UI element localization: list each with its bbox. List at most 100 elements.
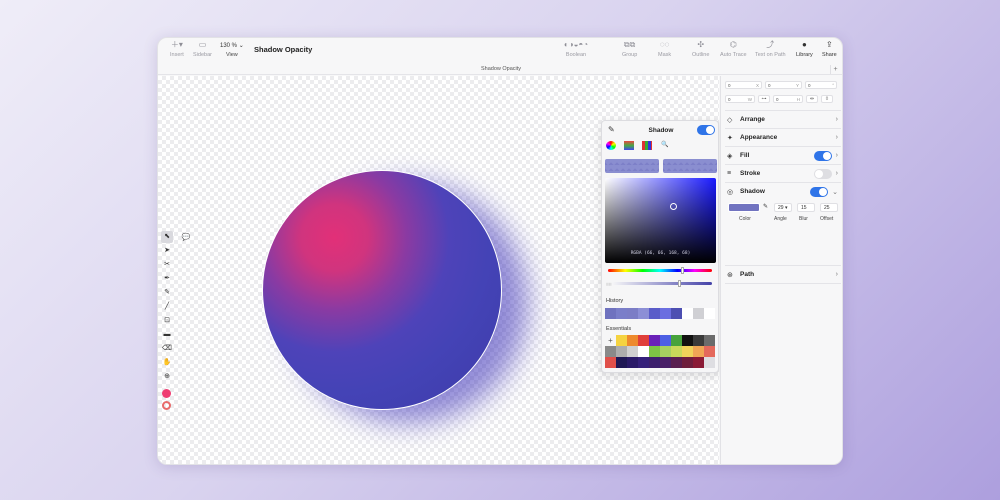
stroke-color-swatch[interactable] xyxy=(162,401,171,410)
scissors-tool-icon[interactable]: ✂ xyxy=(161,259,173,271)
x-field[interactable]: 0X xyxy=(725,81,762,89)
blur-field[interactable]: 15 xyxy=(797,203,815,212)
y-field[interactable]: 0Y xyxy=(765,81,802,89)
path-section[interactable]: ⊛ Path › xyxy=(725,265,841,283)
hand-tool-icon[interactable]: ✋ xyxy=(161,357,173,369)
previous-color-swatch[interactable] xyxy=(605,159,659,173)
essential-swatch[interactable] xyxy=(616,346,627,357)
magnifier-icon[interactable]: 🔍 xyxy=(660,141,670,150)
essential-swatch[interactable] xyxy=(660,346,671,357)
current-color-swatch[interactable] xyxy=(663,159,717,173)
essential-swatch[interactable] xyxy=(693,335,704,346)
fill-color-swatch[interactable] xyxy=(162,389,171,398)
essential-swatch[interactable] xyxy=(671,335,682,346)
essential-swatch[interactable] xyxy=(649,357,660,368)
fill-section[interactable]: ◈ Fill › xyxy=(725,146,841,164)
gradient-circle-shape[interactable] xyxy=(262,170,502,410)
essential-swatch[interactable] xyxy=(638,335,649,346)
essential-swatch[interactable] xyxy=(627,357,638,368)
pencil-tool-icon[interactable]: ✎ xyxy=(161,287,173,299)
saturation-value-field[interactable]: RGBA (66, 66, 168, 68) xyxy=(605,178,716,263)
rotation-field[interactable]: 0 ° xyxy=(805,81,837,89)
group-button[interactable]: ⧉⧉ Group xyxy=(622,41,637,59)
essential-swatch[interactable] xyxy=(682,357,693,368)
select-tool-icon[interactable]: ⬉ xyxy=(161,231,173,243)
flip-horizontal-icon[interactable]: ⇹ xyxy=(806,95,818,103)
comment-icon[interactable]: 💬 xyxy=(180,232,192,244)
text-on-path-button[interactable]: ⤴ Text on Path xyxy=(755,41,786,59)
height-field[interactable]: 0H xyxy=(773,95,803,103)
hue-slider[interactable] xyxy=(608,267,712,274)
color-picker-knob[interactable] xyxy=(670,203,677,210)
brush-tool-icon[interactable]: ╱ xyxy=(161,301,173,313)
new-tab-button[interactable]: + xyxy=(830,65,840,74)
eraser-tool-icon[interactable]: ⌫ xyxy=(161,343,173,355)
history-swatch[interactable] xyxy=(649,308,660,319)
history-swatch[interactable] xyxy=(660,308,671,319)
zoom-control[interactable]: 130 % ⌄ View xyxy=(220,42,244,58)
boolean-button[interactable]: ◐◑◒◓◔ Boolean xyxy=(546,41,606,59)
history-swatch[interactable] xyxy=(704,308,715,319)
insert-button[interactable]: ＋▾ Insert xyxy=(170,41,184,59)
history-swatch[interactable] xyxy=(638,308,649,319)
palette-mode-icon[interactable] xyxy=(642,141,652,150)
shadow-section-toggle[interactable] xyxy=(810,186,829,197)
direct-select-tool-icon[interactable]: ➤ xyxy=(161,245,173,257)
mask-button[interactable]: ◌◌ Mask xyxy=(658,41,671,59)
shadow-toggle[interactable] xyxy=(697,125,715,135)
essential-swatch[interactable] xyxy=(616,335,627,346)
essential-swatch[interactable] xyxy=(605,346,616,357)
outline-button[interactable]: ✣ Outline xyxy=(692,41,709,59)
essential-swatch[interactable] xyxy=(704,346,715,357)
essential-swatch[interactable] xyxy=(693,357,704,368)
color-wheel-mode-icon[interactable] xyxy=(606,141,616,150)
essential-swatch[interactable] xyxy=(638,357,649,368)
fill-toggle[interactable] xyxy=(813,150,832,161)
history-swatch[interactable] xyxy=(693,308,704,319)
essential-swatch[interactable] xyxy=(704,335,715,346)
angle-field[interactable]: 29 ▾ xyxy=(774,203,792,212)
canvas[interactable]: ⬉ ➤ ✂ ✒ ✎ ╱ ⊡ ▬ ⌫ ✋ ⊕ 💬 ✎ Shadow 🔍 RGBA … xyxy=(158,76,719,464)
rectangle-tool-icon[interactable]: ▬ xyxy=(161,329,173,341)
essential-swatch[interactable] xyxy=(693,346,704,357)
pen-tool-icon[interactable]: ✒ xyxy=(161,273,173,285)
flip-vertical-icon[interactable]: ⇳ xyxy=(821,95,833,103)
add-swatch-icon[interactable]: + xyxy=(605,335,616,346)
essential-swatch[interactable] xyxy=(671,346,682,357)
essential-swatch[interactable] xyxy=(671,357,682,368)
essential-swatch[interactable] xyxy=(704,357,715,368)
stroke-section[interactable]: ≡ Stroke › xyxy=(725,164,841,182)
essential-swatch[interactable] xyxy=(649,335,660,346)
history-swatch[interactable] xyxy=(616,308,627,319)
stroke-toggle[interactable] xyxy=(813,168,832,179)
history-swatch[interactable] xyxy=(627,308,638,319)
width-field[interactable]: 0W xyxy=(725,95,755,103)
essential-swatch[interactable] xyxy=(638,346,649,357)
shadow-section[interactable]: ◎ Shadow ⌄ xyxy=(725,182,841,200)
sidebar-button[interactable]: ▭ Sidebar xyxy=(193,41,212,59)
zoom-tool-icon[interactable]: ⊕ xyxy=(161,371,173,383)
essential-swatch[interactable] xyxy=(616,357,627,368)
document-tab[interactable]: Shadow Opacity xyxy=(481,66,521,72)
opacity-slider-handle[interactable] xyxy=(678,280,681,287)
essential-swatch[interactable] xyxy=(605,357,616,368)
essential-swatch[interactable] xyxy=(660,335,671,346)
history-swatch[interactable] xyxy=(682,308,693,319)
sliders-mode-icon[interactable] xyxy=(624,141,634,150)
history-swatch[interactable] xyxy=(671,308,682,319)
appearance-section[interactable]: ✦ Appearance › xyxy=(725,128,841,146)
library-button[interactable]: ● Library xyxy=(796,41,813,59)
text-tool-icon[interactable]: ⊡ xyxy=(161,315,173,327)
auto-trace-button[interactable]: ⌬ Auto Trace xyxy=(720,41,747,59)
essential-swatch[interactable] xyxy=(682,335,693,346)
offset-field[interactable]: 25 xyxy=(820,203,838,212)
eyedropper-icon[interactable]: ✎ xyxy=(763,203,768,210)
essential-swatch[interactable] xyxy=(627,346,638,357)
share-button[interactable]: ⇪ Share xyxy=(822,41,837,59)
history-swatch[interactable] xyxy=(605,308,616,319)
essential-swatch[interactable] xyxy=(649,346,660,357)
essential-swatch[interactable] xyxy=(682,346,693,357)
essential-swatch[interactable] xyxy=(627,335,638,346)
shadow-color-swatch[interactable] xyxy=(728,203,760,212)
lock-aspect-icon[interactable]: ⊶ xyxy=(758,95,770,103)
